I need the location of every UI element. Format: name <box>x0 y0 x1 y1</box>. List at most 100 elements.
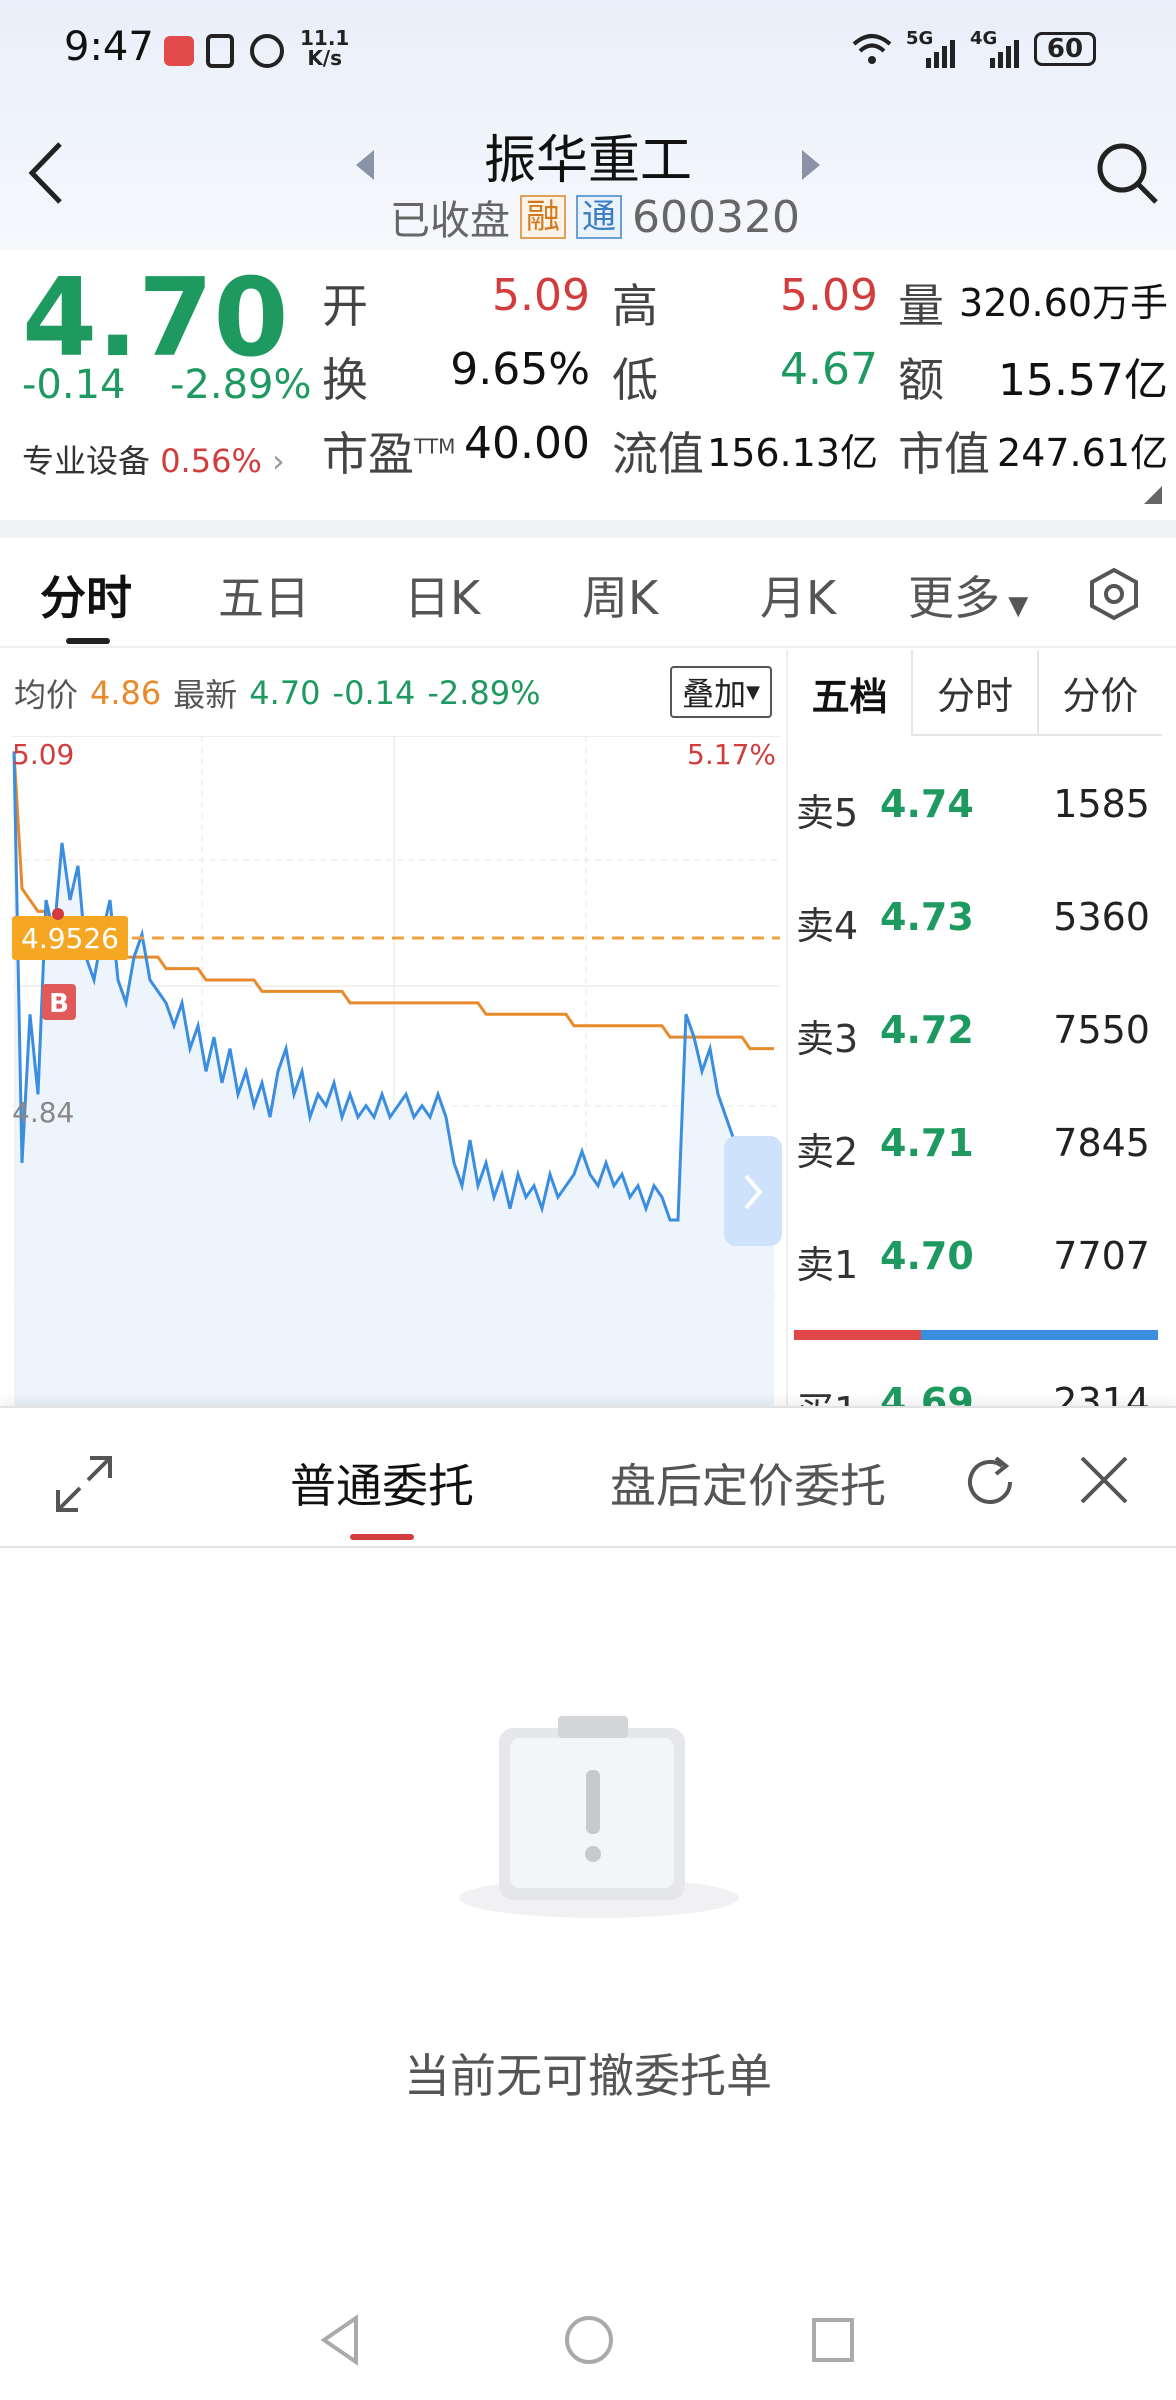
tab-after-hours-order[interactable]: 盘后定价委托 <box>610 1450 886 1516</box>
tab-more-label: 更多 <box>908 571 1000 625</box>
ask-3-volume: 7550 <box>1053 1008 1150 1052</box>
ask-5-price: 4.74 <box>880 782 974 826</box>
buy-tag: B <box>49 989 69 1019</box>
expand-corner-icon[interactable] <box>1144 486 1162 504</box>
ask-2-price: 4.71 <box>880 1121 974 1165</box>
close-icon[interactable] <box>1076 1452 1132 1508</box>
alarm-icon <box>250 34 284 68</box>
open-label: 开 <box>322 279 368 333</box>
settings-hexagon-icon[interactable] <box>1086 566 1142 622</box>
open-value: 5.09 <box>492 270 590 321</box>
tab-more[interactable]: 更多 ▼ <box>908 562 1028 628</box>
expand-icon[interactable] <box>52 1452 116 1516</box>
network-speed: 11.1 K/s <box>300 28 349 68</box>
stock-code: 600320 <box>632 191 800 243</box>
empty-message: 当前无可撤委托单 <box>404 2049 772 2103</box>
amount-value: 15.57亿 <box>998 355 1168 406</box>
last-value: 4.70 <box>249 674 321 712</box>
ask-4-name: 卖4 <box>796 904 859 948</box>
market-status: 已收盘 <box>390 198 510 244</box>
market-cap-value: 247.61亿 <box>997 431 1168 475</box>
tab-monthly-k[interactable]: 月K <box>760 562 836 628</box>
ask-3-name: 卖3 <box>796 1017 859 1061</box>
ask-2-volume: 7845 <box>1053 1121 1150 1165</box>
ratio-bar <box>794 1330 1158 1340</box>
nav-back-icon[interactable] <box>316 2310 366 2370</box>
ask-row-4: 卖4 4.73 5360 <box>788 895 1162 955</box>
connect-tag: 通 <box>576 195 622 239</box>
pe-value: 40.00 <box>464 418 590 469</box>
intraday-chart[interactable]: 5.09 5.17% 4.84 4.9526 B <box>10 736 782 1406</box>
buy-marker-dot <box>52 908 64 920</box>
period-tabs: 分时 五日 日K 周K 月K 更多 ▼ <box>0 538 1176 648</box>
sector-link[interactable]: 专业设备 0.56% › <box>22 436 285 482</box>
app-notification-icon <box>164 36 194 66</box>
sector-pct: 0.56% <box>160 442 262 480</box>
signal-5g-icon <box>926 40 955 68</box>
active-tab-indicator <box>66 638 110 644</box>
tab-daily-k[interactable]: 日K <box>404 562 480 628</box>
status-bar: 9:47 11.1 K/s 5G 4G 60 <box>0 0 1176 100</box>
market-cap-label: 市值 <box>898 427 990 481</box>
stock-name: 振华重工 <box>483 131 692 191</box>
chart-info-bar: 均价 4.86 最新 4.70 -0.14 -2.89% <box>0 650 785 736</box>
avg-label: 均价 <box>14 676 79 714</box>
last-label: 最新 <box>173 676 238 714</box>
high-value: 5.09 <box>780 270 878 321</box>
high-label: 高 <box>612 279 658 333</box>
ask-5-name: 卖5 <box>796 791 859 835</box>
y-top-label: 5.09 <box>12 738 74 771</box>
low-label: 低 <box>612 353 658 407</box>
ask-row-5: 卖5 4.74 1585 <box>788 782 1162 842</box>
tab-normal-order[interactable]: 普通委托 <box>290 1450 474 1516</box>
ask-2-name: 卖2 <box>796 1130 859 1174</box>
low-value: 4.67 <box>780 344 878 395</box>
ratio-bar-sell <box>794 1330 922 1340</box>
overlay-dropdown[interactable]: 叠加 ▼ <box>670 666 772 718</box>
refresh-icon[interactable] <box>960 1452 1020 1512</box>
speed-unit: K/s <box>307 46 343 70</box>
margin-tag: 融 <box>520 195 566 239</box>
ask-3-price: 4.72 <box>880 1008 974 1052</box>
price-change-pct: -2.89% <box>170 362 312 408</box>
tab-five-day[interactable]: 五日 <box>218 562 310 628</box>
ask-1-volume: 7707 <box>1053 1234 1150 1278</box>
marker-label: 4.9526 <box>21 922 119 955</box>
quote-panel: 4.70 -0.14 -2.89% 专业设备 0.56% › 开 5.09 高 … <box>0 250 1176 520</box>
sheet-tab-indicator <box>350 1534 414 1540</box>
chart-expand-handle[interactable] <box>724 1136 782 1246</box>
ask-row-2: 卖2 4.71 7845 <box>788 1121 1162 1181</box>
tab-price-dist[interactable]: 分价 <box>1036 650 1162 736</box>
pe-sup: TTM <box>414 434 456 459</box>
amount-label: 额 <box>898 353 944 407</box>
last-pct: -2.89% <box>427 674 541 712</box>
price-change: -0.14 <box>22 362 126 408</box>
float-cap-value: 156.13亿 <box>707 431 878 475</box>
clock: 9:47 <box>64 24 154 70</box>
ask-4-price: 4.73 <box>880 895 974 939</box>
avg-value: 4.86 <box>90 674 162 712</box>
wifi-icon <box>852 34 892 64</box>
nav-recent-icon[interactable] <box>808 2310 858 2370</box>
ask-row-1: 卖1 4.70 7707 <box>788 1234 1162 1294</box>
tab-five-levels[interactable]: 五档 <box>788 650 911 736</box>
signal-4g-icon <box>990 40 1019 68</box>
last-change: -0.14 <box>332 674 416 712</box>
pe-label: 市盈TTM <box>322 418 455 484</box>
float-cap-label: 流值 <box>612 427 704 481</box>
tab-ticks[interactable]: 分时 <box>911 650 1037 736</box>
turnover-value: 9.65% <box>450 344 590 395</box>
sector-name: 专业设备 <box>22 442 151 480</box>
battery-icon: 60 <box>1034 32 1096 66</box>
nav-home-icon[interactable] <box>562 2310 616 2370</box>
order-book: 五档 分时 分价 卖5 4.74 1585 卖4 4.73 5360 卖3 4.72 755… <box>786 650 1162 1433</box>
overlay-label: 叠加 <box>682 675 747 713</box>
stock-subtitle: 已收盘 融 通 600320 <box>390 188 800 246</box>
tab-weekly-k[interactable]: 周K <box>582 562 658 628</box>
turnover-label: 换 <box>322 353 368 407</box>
pe-label-text: 市盈 <box>322 427 414 481</box>
order-sheet: 普通委托 盘后定价委托 当前无可撤委托单 <box>0 1406 1176 2400</box>
empty-clipboard-icon <box>459 1716 739 1918</box>
search-icon[interactable] <box>1092 138 1162 208</box>
tab-intraday[interactable]: 分时 <box>40 562 132 628</box>
